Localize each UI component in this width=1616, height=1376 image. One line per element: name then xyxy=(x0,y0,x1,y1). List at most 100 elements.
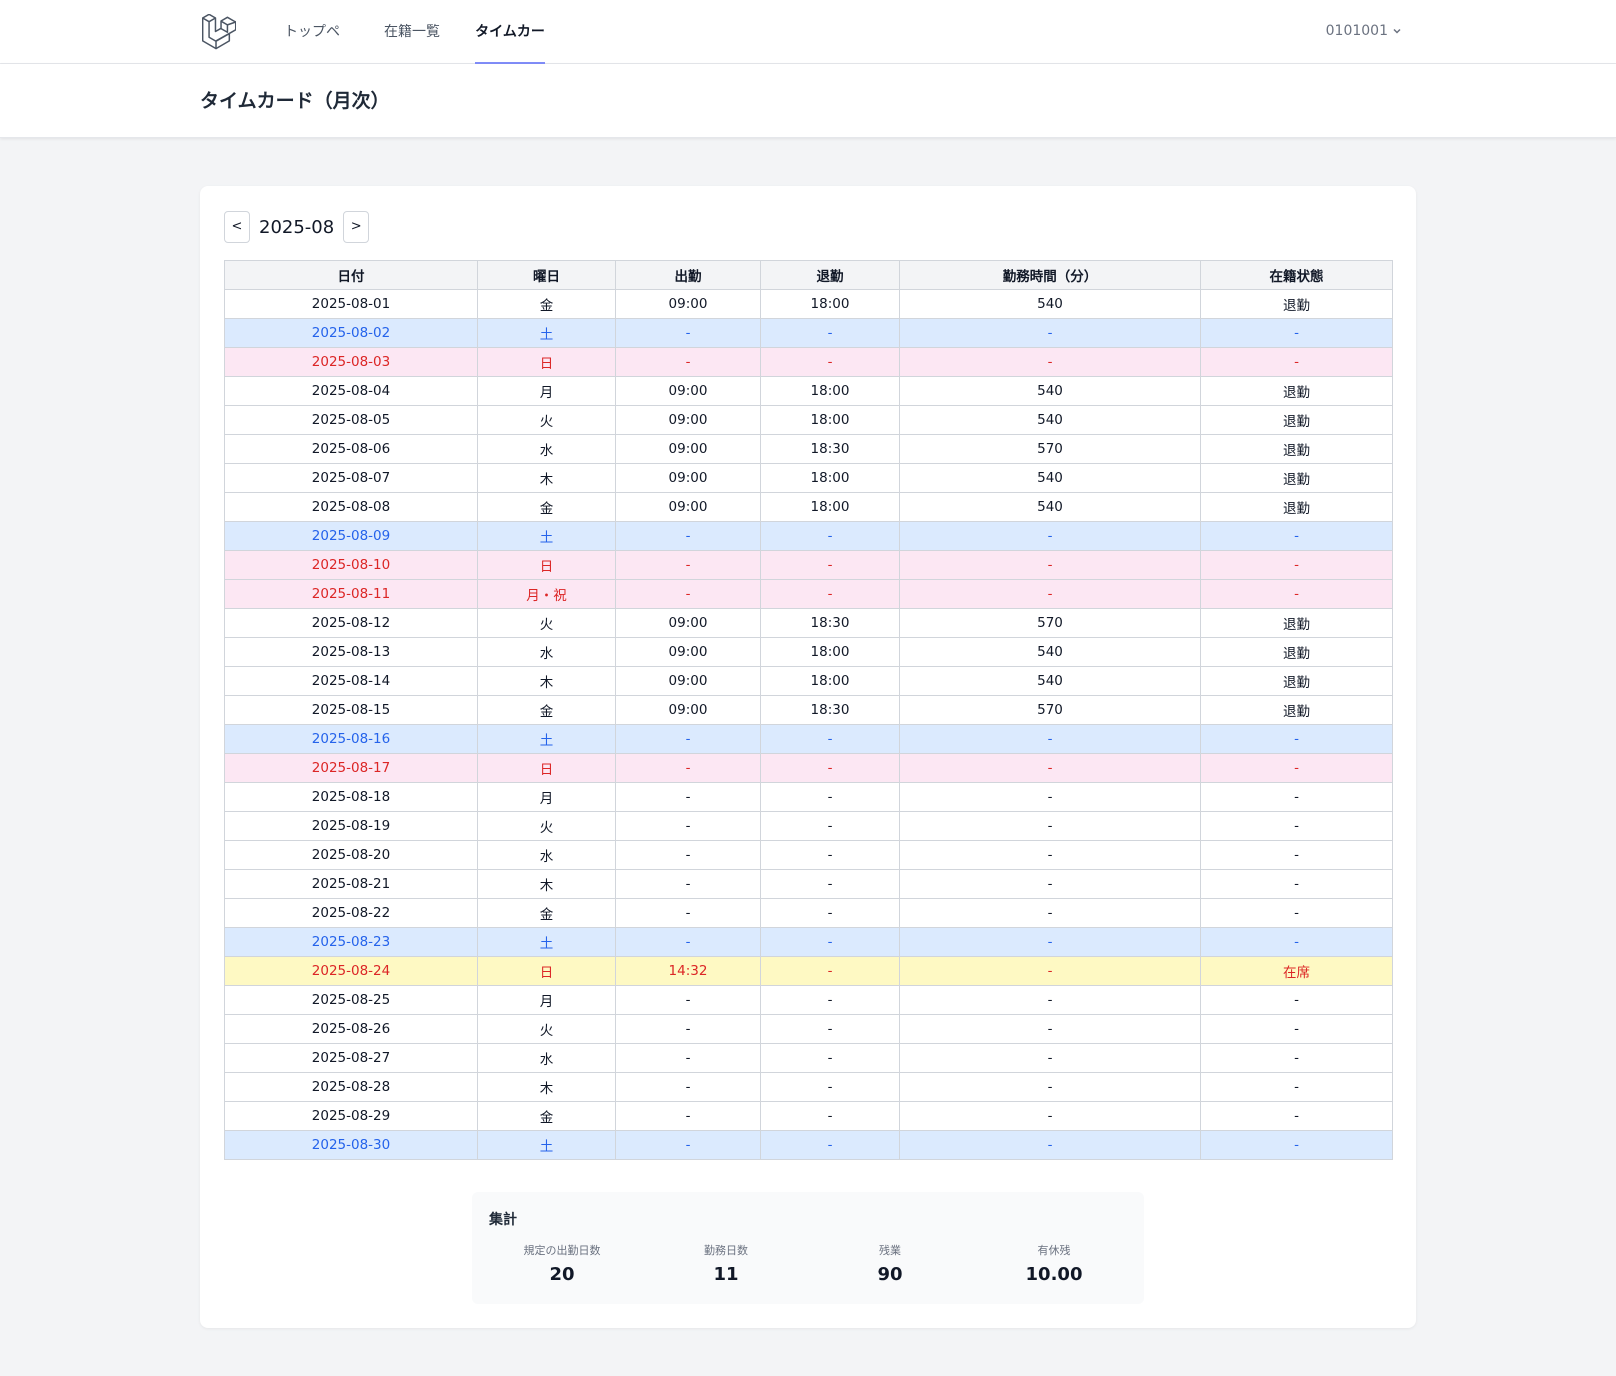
date-cell: 2025-08-09 xyxy=(224,521,478,551)
clock-in-cell: - xyxy=(615,1072,761,1102)
work-minutes-cell: 540 xyxy=(899,405,1201,435)
clock-in-cell: - xyxy=(615,869,761,899)
work-minutes-cell: - xyxy=(899,840,1201,870)
weekday-cell: 金 xyxy=(477,492,616,522)
clock-out-cell: 18:30 xyxy=(760,695,900,725)
status-cell: 退勤 xyxy=(1200,434,1393,464)
status-cell: - xyxy=(1200,753,1393,783)
date-cell: 2025-08-12 xyxy=(224,608,478,638)
clock-out-cell: - xyxy=(760,956,900,986)
status-cell: - xyxy=(1200,811,1393,841)
clock-out-cell: 18:30 xyxy=(760,608,900,638)
status-cell: - xyxy=(1200,550,1393,580)
work-minutes-cell: - xyxy=(899,869,1201,899)
date-cell: 2025-08-27 xyxy=(224,1043,478,1073)
clock-in-cell: - xyxy=(615,724,761,754)
clock-out-cell: 18:00 xyxy=(760,289,900,319)
status-cell: - xyxy=(1200,579,1393,609)
summary-panel: 集計 規定の出勤日数 20 勤務日数 11 残業 90 有休残 10.00 xyxy=(472,1192,1144,1304)
next-month-button[interactable]: > xyxy=(343,211,370,243)
summary-label: 規定の出勤日数 xyxy=(523,1244,601,1257)
status-cell: - xyxy=(1200,1043,1393,1073)
table-row: 2025-08-16 土 - - - - xyxy=(224,724,1393,754)
summary-value: 10.00 xyxy=(1025,1264,1083,1285)
weekday-cell: 木 xyxy=(477,666,616,696)
weekday-cell: 木 xyxy=(477,1072,616,1102)
weekday-cell: 火 xyxy=(477,405,616,435)
weekday-cell: 土 xyxy=(477,927,616,957)
clock-out-cell: - xyxy=(760,1130,900,1160)
date-cell: 2025-08-18 xyxy=(224,782,478,812)
status-cell: 退勤 xyxy=(1200,695,1393,725)
status-cell: - xyxy=(1200,898,1393,928)
user-menu[interactable]: 0101001 xyxy=(1326,0,1402,64)
clock-out-cell: - xyxy=(760,782,900,812)
table-row: 2025-08-01 金 09:00 18:00 540 退勤 xyxy=(224,289,1393,319)
summary-item-work-days: 勤務日数 11 xyxy=(644,1242,808,1285)
table-row: 2025-08-18 月 - - - - xyxy=(224,782,1393,812)
weekday-cell: 火 xyxy=(477,1014,616,1044)
summary-item-paid-leave: 有休残 10.00 xyxy=(972,1242,1136,1285)
weekday-cell: 水 xyxy=(477,637,616,667)
clock-in-cell: - xyxy=(615,811,761,841)
nav-link-top-page[interactable]: トップページ xyxy=(279,0,345,104)
summary-title: 集計 xyxy=(489,1212,517,1228)
clock-in-cell: - xyxy=(615,840,761,870)
weekday-cell: 日 xyxy=(477,347,616,377)
prev-month-button[interactable]: < xyxy=(224,211,250,243)
date-cell: 2025-08-02 xyxy=(224,318,478,348)
table-row: 2025-08-09 土 - - - - xyxy=(224,521,1393,551)
clock-out-cell: - xyxy=(760,1072,900,1102)
column-header-weekday: 曜日 xyxy=(477,260,616,290)
work-minutes-cell: 570 xyxy=(899,695,1201,725)
status-cell: 退勤 xyxy=(1200,463,1393,493)
weekday-cell: 土 xyxy=(477,1130,616,1160)
work-minutes-cell: - xyxy=(899,579,1201,609)
date-cell: 2025-08-29 xyxy=(224,1101,478,1131)
clock-out-cell: 18:00 xyxy=(760,637,900,667)
clock-in-cell: 09:00 xyxy=(615,289,761,319)
clock-in-cell: - xyxy=(615,898,761,928)
table-row: 2025-08-22 金 - - - - xyxy=(224,898,1393,928)
date-cell: 2025-08-04 xyxy=(224,376,478,406)
table-row: 2025-08-12 火 09:00 18:30 570 退勤 xyxy=(224,608,1393,638)
clock-in-cell: - xyxy=(615,1014,761,1044)
table-row: 2025-08-10 日 - - - - xyxy=(224,550,1393,580)
work-minutes-cell: - xyxy=(899,811,1201,841)
clock-in-cell: - xyxy=(615,318,761,348)
status-cell: - xyxy=(1200,1072,1393,1102)
work-minutes-cell: - xyxy=(899,724,1201,754)
clock-out-cell: - xyxy=(760,724,900,754)
laravel-logo-icon[interactable] xyxy=(202,14,236,50)
table-row: 2025-08-24 日 14:32- - 在席 xyxy=(224,956,1393,986)
weekday-cell: 水 xyxy=(477,434,616,464)
clock-in-cell: 09:00 xyxy=(615,463,761,493)
clock-in-cell: - xyxy=(615,927,761,957)
work-minutes-cell: - xyxy=(899,985,1201,1015)
date-cell: 2025-08-14 xyxy=(224,666,478,696)
nav-link-roster[interactable]: 在籍一覧 xyxy=(383,0,441,64)
work-minutes-cell: 540 xyxy=(899,376,1201,406)
clock-in-cell: 09:00 xyxy=(615,376,761,406)
table-header-row: 日付 曜日 出勤 退勤 勤務時間（分） 在籍状態 xyxy=(224,260,1393,290)
clock-out-cell: 18:00 xyxy=(760,666,900,696)
clock-in-cell: - xyxy=(615,1101,761,1131)
clock-out-cell: 18:00 xyxy=(760,405,900,435)
month-navigation: < 2025-08 > xyxy=(224,210,370,244)
work-minutes-cell: 570 xyxy=(899,434,1201,464)
date-cell: 2025-08-11 xyxy=(224,579,478,609)
table-row: 2025-08-03 日 - - - - xyxy=(224,347,1393,377)
date-cell: 2025-08-25 xyxy=(224,985,478,1015)
status-cell: 在席 xyxy=(1200,956,1393,986)
summary-value: 11 xyxy=(713,1264,739,1285)
status-cell: 退勤 xyxy=(1200,608,1393,638)
clock-out-cell: - xyxy=(760,898,900,928)
weekday-cell: 土 xyxy=(477,521,616,551)
status-cell: - xyxy=(1200,1130,1393,1160)
table-row: 2025-08-23 土 - - - - xyxy=(224,927,1393,957)
clock-out-cell: - xyxy=(760,347,900,377)
nav-link-timecard[interactable]: タイムカード xyxy=(475,0,545,104)
weekday-cell: 水 xyxy=(477,840,616,870)
summary-label: 勤務日数 xyxy=(704,1244,748,1257)
table-row: 2025-08-02 土 - - - - xyxy=(224,318,1393,348)
